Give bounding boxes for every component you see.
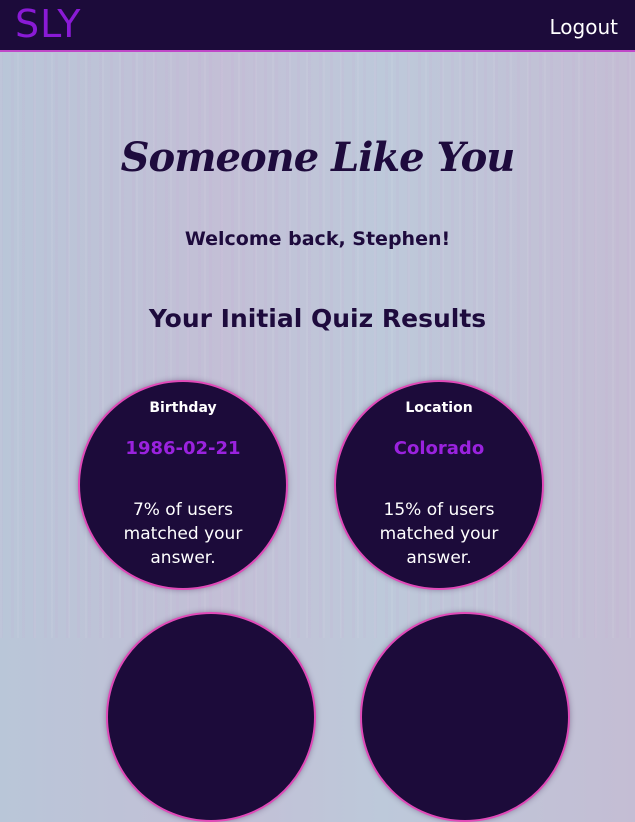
brand-logo[interactable]: SLY — [15, 2, 81, 46]
result-card-partial — [360, 612, 570, 822]
page-title: Someone Like You — [120, 134, 516, 181]
navbar: SLY Logout — [0, 0, 635, 52]
result-card-label: Location — [405, 400, 473, 416]
result-card-label: Birthday — [149, 400, 217, 416]
result-card-birthday: Birthday 1986-02-21 7% of users matched … — [78, 380, 288, 590]
result-card-partial — [106, 612, 316, 822]
result-card-stat: 7% of users matched your answer. — [123, 500, 243, 568]
welcome-message: Welcome back, Stephen! — [184, 228, 451, 250]
result-card-answer: Colorado — [393, 438, 485, 459]
section-title: Your Initial Quiz Results — [148, 304, 487, 333]
logout-link[interactable]: Logout — [550, 14, 618, 40]
result-card-stat: 15% of users matched your answer. — [379, 500, 499, 568]
result-card-answer: 1986-02-21 — [125, 438, 241, 459]
result-card-location: Location Colorado 15% of users matched y… — [334, 380, 544, 590]
